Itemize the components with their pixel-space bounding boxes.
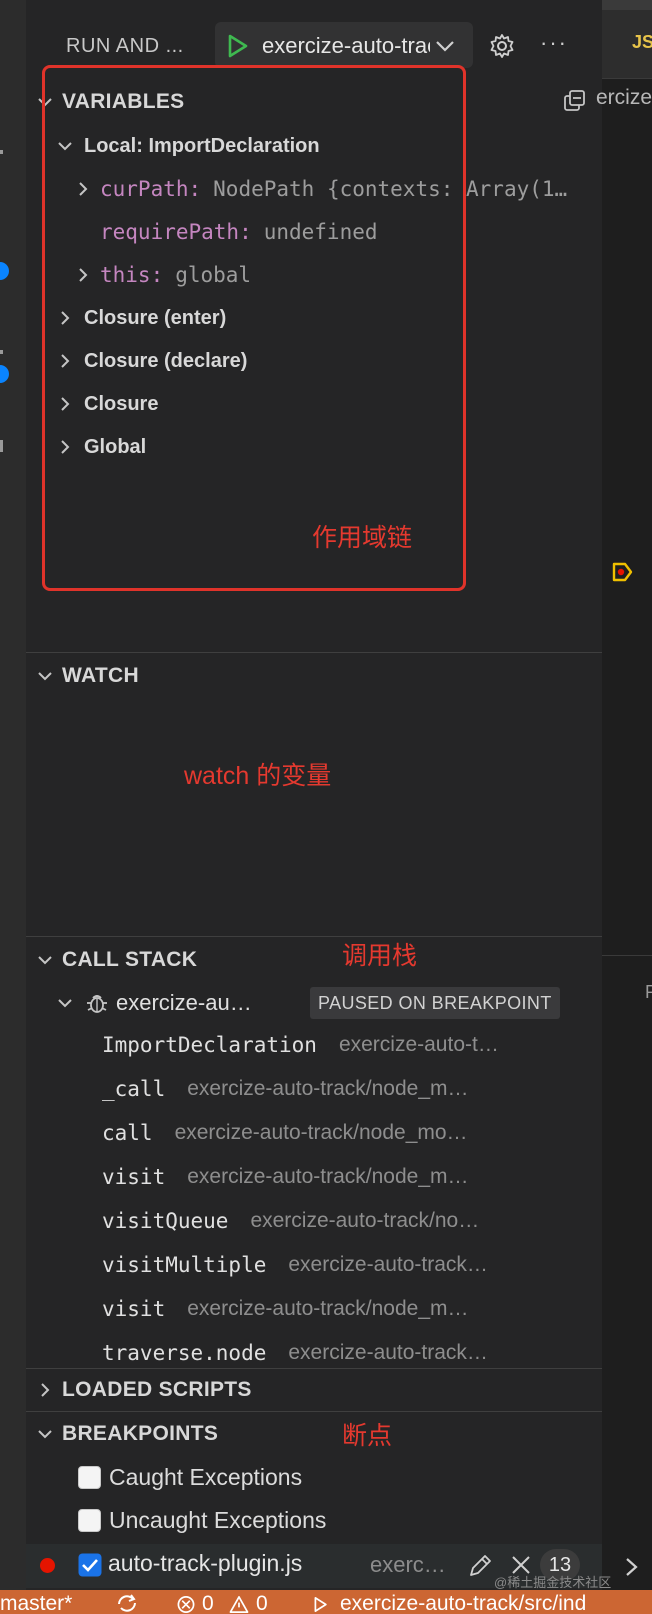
stack-frame[interactable]: _call exercize-auto-track/node_m… [102,1071,562,1107]
section-divider [26,652,602,653]
debug-session-name: exercize-au… [116,990,252,1015]
editor-divider [602,78,652,79]
watermark: @稀土掘金技术社区 [494,1575,612,1590]
stack-frame[interactable]: visitMultiple exercize-auto-track… [102,1247,562,1283]
launch-path[interactable]: exercize-auto-track/src/ind [340,1592,586,1614]
breakpoint-enabled-checkbox[interactable] [78,1553,102,1577]
uncaught-exceptions-option[interactable]: Uncaught Exceptions [78,1501,326,1539]
loaded-scripts-title: LOADED SCRIPTS [62,1378,252,1401]
breakpoint-dot-icon [40,1558,55,1573]
uncaught-exceptions-checkbox[interactable] [78,1508,101,1532]
chevron-down-icon [38,956,52,965]
scope-chain-highlight [42,65,466,591]
activity-marker [0,350,3,354]
chevron-down-icon[interactable] [434,37,456,55]
stack-frame-source: exercize-auto-track… [288,1253,488,1276]
uncaught-exceptions-label: Uncaught Exceptions [109,1506,327,1533]
chevron-down-icon [38,1430,52,1439]
sync-icon[interactable] [114,1593,140,1614]
breakpoint-file-name: auto-track-plugin.js [108,1550,303,1576]
annotation-breakpoints: 断点 [342,1422,393,1450]
activity-bar [0,0,26,1590]
stack-frame-function: ImportDeclaration [102,1033,317,1057]
stack-frame[interactable]: call exercize-auto-track/node_mo… [102,1115,562,1151]
chevron-right-icon [41,1383,50,1397]
chevron-right-icon[interactable] [624,1556,640,1578]
section-divider [26,1368,602,1369]
stack-frame[interactable]: visit exercize-auto-track/node_m… [102,1159,562,1195]
stack-frame[interactable]: traverse.node exercize-auto-track… [102,1335,562,1371]
stack-frame-function: visit [102,1165,166,1189]
debug-launch-icon[interactable] [312,1595,334,1614]
activity-marker [0,440,3,452]
caught-exceptions-label: Caught Exceptions [109,1463,303,1490]
warning-count[interactable]: 0 [256,1592,268,1614]
run-and-debug-title: RUN AND ... [66,35,184,57]
debug-session[interactable]: exercize-au… [56,985,252,1021]
error-count[interactable]: 0 [202,1592,214,1614]
stack-frame-function: call [102,1121,153,1145]
editor-area [602,10,652,1590]
stack-frame[interactable]: visitQueue exercize-auto-track/no… [102,1203,562,1239]
watch-header[interactable]: WATCH [36,658,139,694]
activity-badge[interactable] [0,262,9,280]
launch-config-name[interactable]: exercize-auto-track [262,33,430,59]
row-overflow-mask [578,171,602,207]
stack-frame[interactable]: ImportDeclaration exercize-auto-t… [102,1027,562,1063]
section-divider [26,936,602,937]
section-divider [26,1411,602,1412]
watch-title: WATCH [62,664,139,687]
caught-exceptions-checkbox[interactable] [78,1465,101,1489]
stack-frame-source: exercize-auto-track/node_m… [187,1297,469,1320]
annotation-watch-vars: watch 的变量 [184,762,332,790]
activity-badge[interactable] [0,365,9,383]
stack-frame-source: exercize-auto-track/no… [250,1209,480,1232]
play-icon[interactable] [224,33,250,59]
activity-marker [0,150,3,154]
chevron-down-icon [58,999,72,1008]
stack-frame-function: visitMultiple [102,1253,267,1277]
call-stack-title: CALL STACK [62,948,198,971]
annotation-call-stack: 调用栈 [342,942,418,970]
stack-frame[interactable]: visit exercize-auto-track/node_m… [102,1291,562,1327]
collapse-all-icon[interactable] [562,88,588,114]
stack-frame-source: exercize-auto-t… [338,1033,499,1056]
chevron-down-icon [38,672,52,681]
stack-frame-source: exercize-auto-track/node_m… [187,1077,469,1100]
bug-icon [87,995,107,1013]
gear-icon[interactable] [488,32,516,60]
stack-frame-function: traverse.node [102,1341,267,1365]
git-branch[interactable]: master* [0,1592,72,1614]
stack-frame-function: visit [102,1297,166,1321]
stack-frame-source: exercize-auto-track… [288,1341,488,1364]
stack-frame-function: visitQueue [102,1209,229,1233]
annotation-scope-chain: 作用域链 [312,524,413,552]
breakpoints-title: BREAKPOINTS [62,1422,219,1445]
breakpoint-paused-icon [612,562,633,582]
breakpoint-file-path: exerc… [370,1552,446,1577]
editor-divider [602,955,652,956]
stack-frame-source: exercize-auto-track/node_m… [187,1165,469,1188]
paused-status-badge: PAUSED ON BREAKPOINT [310,987,560,1019]
breakpoints-header[interactable]: BREAKPOINTS [36,1416,218,1452]
stack-frame-function: _call [102,1077,166,1101]
call-stack-header[interactable]: CALL STACK [36,942,197,978]
error-icon[interactable] [176,1595,196,1614]
editor-text-fragment: P [645,982,652,1002]
loaded-scripts-header[interactable]: LOADED SCRIPTS [36,1372,252,1408]
editor-tab-js[interactable]: JS [632,32,652,53]
more-actions-icon[interactable]: ··· [540,30,568,56]
edit-breakpoint-icon[interactable] [466,1552,494,1580]
stack-frame-source: exercize-auto-track/node_mo… [174,1121,468,1144]
editor-breadcrumb[interactable]: ercize [596,86,652,110]
warning-icon[interactable] [228,1595,250,1614]
caught-exceptions-option[interactable]: Caught Exceptions [78,1458,302,1496]
